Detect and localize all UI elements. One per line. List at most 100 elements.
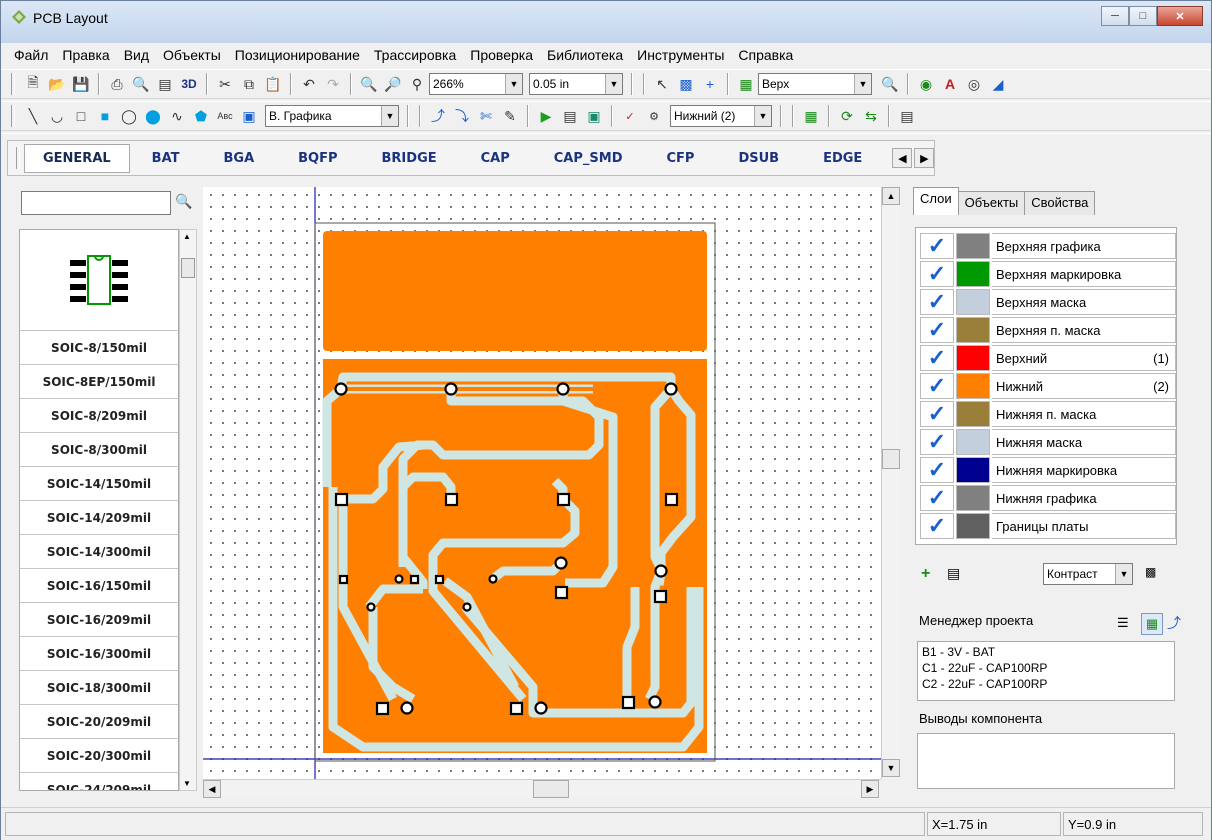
contrast-select[interactable]: Контраст ▼ — [1043, 563, 1133, 585]
layer-color-swatch[interactable] — [956, 317, 990, 343]
run-autoroute-icon[interactable]: ▶ — [534, 104, 558, 128]
toolbar-grip[interactable] — [16, 147, 20, 169]
layer-row[interactable]: ✓ Верхняя маркировка — [920, 260, 1176, 288]
minimize-button[interactable]: ─ — [1101, 6, 1129, 26]
menu-verify[interactable]: Проверка — [463, 45, 540, 67]
zoom-in-icon[interactable]: 🔍 — [357, 72, 381, 96]
netlist-icon[interactable]: ☰ — [1117, 615, 1129, 631]
library-item[interactable]: SOIC-20/300mil — [20, 738, 178, 772]
drc-settings-icon[interactable]: ⚙ — [642, 104, 666, 128]
close-button[interactable]: ✕ — [1157, 6, 1203, 26]
save-icon[interactable]: 💾 — [69, 72, 93, 96]
check-icon[interactable]: ✓ — [920, 485, 954, 511]
check-icon[interactable]: ✓ — [920, 429, 954, 455]
library-item[interactable]: SOIC-20/209mil — [20, 704, 178, 738]
polyline-tool-icon[interactable]: ∿ — [165, 104, 189, 128]
menu-library[interactable]: Библиотека — [540, 45, 630, 67]
menu-edit[interactable]: Правка — [55, 45, 116, 67]
tab-scroll-left-icon[interactable]: ◀ — [892, 148, 913, 168]
cut-trace-icon[interactable]: ✄ — [474, 104, 498, 128]
library-item[interactable]: SOIC-8/209mil — [20, 398, 178, 432]
origin-icon[interactable]: + — [698, 72, 722, 96]
check-icon[interactable]: ✓ — [920, 373, 954, 399]
binoculars-icon[interactable]: 🔍 — [175, 193, 199, 215]
canvas-vertical-scrollbar[interactable]: ▲ ▼ — [881, 187, 901, 779]
maximize-button[interactable]: □ — [1129, 6, 1157, 26]
toolbar-grip[interactable] — [11, 105, 15, 127]
layer-row[interactable]: ✓ Границы платы — [920, 512, 1176, 540]
image-tool-icon[interactable]: ▣ — [237, 104, 261, 128]
check-icon[interactable]: ✓ — [920, 261, 954, 287]
polygon-fill-icon[interactable]: ◢ — [986, 72, 1010, 96]
project-manager-list[interactable]: B1 - 3V - BAT C1 - 22uF - CAP100RP C2 - … — [917, 641, 1175, 701]
lib-tab-cfp[interactable]: CFP — [645, 151, 717, 166]
list-item[interactable]: B1 - 3V - BAT — [922, 644, 1170, 660]
layer-properties-icon[interactable]: ▤ — [947, 565, 960, 582]
menu-view[interactable]: Вид — [117, 45, 156, 67]
library-item[interactable]: SOIC-8/150mil — [20, 330, 178, 364]
route-view-icon[interactable]: ▣ — [582, 104, 606, 128]
lib-tab-cap[interactable]: CAP — [459, 151, 532, 166]
lib-tab-bridge[interactable]: BRIDGE — [360, 151, 459, 166]
lib-tab-general[interactable]: GENERAL — [24, 143, 130, 173]
components-view-icon[interactable]: ▦ — [1141, 613, 1163, 635]
tab-layers[interactable]: Слои — [913, 187, 959, 215]
via-icon[interactable]: ◉ — [914, 72, 938, 96]
redo-icon[interactable]: ↷ — [321, 72, 345, 96]
color-mode-icon[interactable]: ▩ — [1145, 565, 1156, 579]
layer-color-swatch[interactable] — [956, 429, 990, 455]
library-item[interactable]: SOIC-16/300mil — [20, 636, 178, 670]
layer-row[interactable]: ✓ Нижняя графика — [920, 484, 1176, 512]
text-a-icon[interactable]: A — [938, 72, 962, 96]
measure-icon[interactable]: ▩ — [674, 72, 698, 96]
edit-trace-icon[interactable]: ✎ — [498, 104, 522, 128]
layer-row[interactable]: ✓ Верхняя п. маска — [920, 316, 1176, 344]
report-icon[interactable]: ▤ — [153, 72, 177, 96]
cut-icon[interactable]: ✂ — [213, 72, 237, 96]
library-scrollbar[interactable]: ▲ ▼ — [179, 229, 197, 791]
menu-file[interactable]: Файл — [7, 45, 55, 67]
nets-view-icon[interactable]: ⤴ — [1167, 613, 1181, 633]
layer-color-swatch[interactable] — [956, 345, 990, 371]
library-item[interactable]: SOIC-8/300mil — [20, 432, 178, 466]
layer-row[interactable]: ✓ Верхняя маска — [920, 288, 1176, 316]
layer-color-swatch[interactable] — [956, 261, 990, 287]
lib-tab-dsub[interactable]: DSUB — [716, 151, 801, 166]
menu-help[interactable]: Справка — [731, 45, 800, 67]
zoom-select[interactable]: 266% ▼ — [429, 73, 523, 95]
graphic-layer-select[interactable]: В. Графика ▼ — [265, 105, 399, 127]
check-icon[interactable]: ✓ — [920, 401, 954, 427]
add-layer-icon[interactable]: + — [921, 565, 930, 583]
scroll-up-icon[interactable]: ▲ — [882, 187, 900, 205]
menu-objects[interactable]: Объекты — [156, 45, 228, 67]
rectangle-tool-icon[interactable]: □ — [69, 104, 93, 128]
scroll-thumb[interactable] — [181, 258, 195, 278]
filled-ellipse-tool-icon[interactable]: ⬤ — [141, 104, 165, 128]
layer-row[interactable]: ✓ Верхний (1) — [920, 344, 1176, 372]
undo-icon[interactable]: ↶ — [297, 72, 321, 96]
scroll-left-icon[interactable]: ◀ — [203, 780, 221, 798]
check-icon[interactable]: ✓ — [920, 457, 954, 483]
lib-tab-edge[interactable]: EDGE — [801, 151, 884, 166]
list-item[interactable]: C1 - 22uF - CAP100RP — [922, 660, 1170, 676]
library-search-input[interactable] — [21, 191, 171, 215]
lib-tab-bqfp[interactable]: BQFP — [276, 151, 359, 166]
new-file-icon[interactable]: 🗎 — [21, 72, 45, 96]
pad-icon[interactable]: ◎ — [962, 72, 986, 96]
zoom-fit-icon[interactable]: ⚲ — [405, 72, 429, 96]
layer-color-swatch[interactable] — [956, 457, 990, 483]
component-swap-icon[interactable]: ⟳ — [835, 104, 859, 128]
check-icon[interactable]: ✓ — [920, 513, 954, 539]
properties-icon[interactable]: ▤ — [895, 104, 919, 128]
paste-icon[interactable]: 📋 — [261, 72, 285, 96]
layer-row[interactable]: ✓ Нижний (2) — [920, 372, 1176, 400]
layer-color-swatch[interactable] — [956, 233, 990, 259]
scroll-up-icon[interactable]: ▲ — [183, 232, 191, 241]
copy-icon[interactable]: ⧉ — [237, 72, 261, 96]
menu-routing[interactable]: Трассировка — [367, 45, 463, 67]
tab-objects[interactable]: Объекты — [957, 191, 1026, 215]
check-icon[interactable]: ✓ — [920, 317, 954, 343]
tab-scroll-right-icon[interactable]: ▶ — [914, 148, 935, 168]
library-item[interactable]: SOIC-14/150mil — [20, 466, 178, 500]
layer-color-swatch[interactable] — [956, 513, 990, 539]
